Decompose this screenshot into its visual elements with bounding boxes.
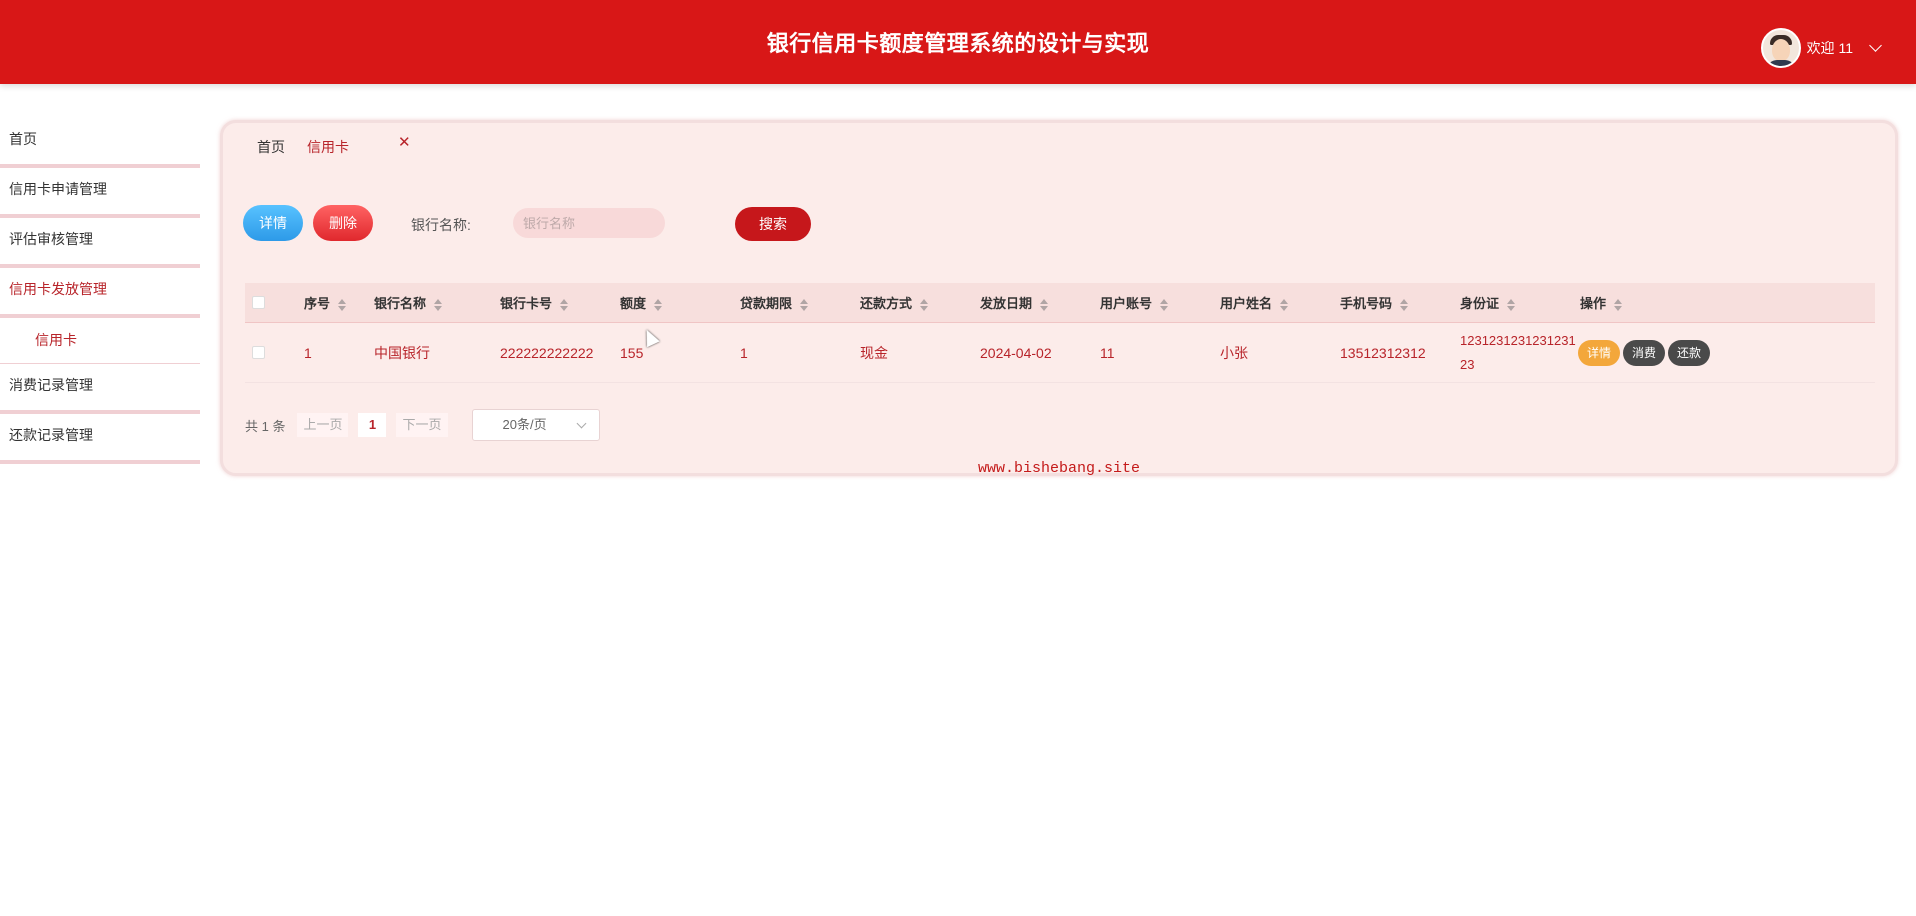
column-label: 操作 bbox=[1580, 296, 1607, 311]
detail-button[interactable]: 详情 bbox=[243, 205, 303, 241]
sort-icon[interactable] bbox=[920, 298, 929, 311]
cell-account: 11 bbox=[1100, 344, 1115, 361]
cell-limit: 155 bbox=[620, 344, 644, 361]
next-page-button[interactable]: 下一页 bbox=[396, 413, 448, 437]
tab-home[interactable]: 首页 bbox=[257, 137, 285, 157]
avatar[interactable] bbox=[1760, 28, 1801, 68]
delete-button[interactable]: 删除 bbox=[313, 205, 373, 241]
column-label: 用户账号 bbox=[1100, 296, 1153, 311]
page-size-value: 20条/页 bbox=[502, 417, 547, 432]
sort-icon[interactable] bbox=[560, 298, 569, 311]
cell-card-no: 222222222222 bbox=[500, 344, 594, 361]
cell-id-card: 123123123123123123 bbox=[1460, 332, 1576, 372]
sort-icon[interactable] bbox=[800, 298, 809, 311]
cell-bank-name: 中国银行 bbox=[374, 344, 430, 361]
column-header-limit[interactable]: 额度 bbox=[620, 293, 740, 312]
close-icon[interactable]: ✕ bbox=[398, 133, 411, 151]
sort-icon[interactable] bbox=[1507, 298, 1516, 311]
sidebar-item-consumption-records[interactable]: 消费记录管理 bbox=[0, 364, 200, 414]
sort-icon[interactable] bbox=[1160, 298, 1169, 311]
cell-phone: 13512312312 bbox=[1340, 344, 1426, 361]
column-label: 额度 bbox=[620, 296, 647, 311]
column-label: 贷款期限 bbox=[740, 296, 793, 311]
column-header-user-name[interactable]: 用户姓名 bbox=[1220, 293, 1340, 312]
column-header-phone[interactable]: 手机号码 bbox=[1340, 293, 1460, 312]
toolbar: 详情 删除 银行名称: 搜索 bbox=[243, 205, 1843, 243]
table-header: 序号 银行名称 银行卡号 额度 贷款期限 还款方式 发放日期 用户账号 用户姓名… bbox=[245, 283, 1875, 323]
prev-page-button[interactable]: 上一页 bbox=[297, 413, 349, 437]
chevron-down-icon bbox=[576, 418, 586, 429]
main-panel: 首页 信用卡 ✕ 详情 删除 银行名称: 搜索 序号 银行名称 银行卡号 额度 … bbox=[220, 120, 1898, 477]
sidebar-item-home[interactable]: 首页 bbox=[0, 118, 200, 168]
column-header-account[interactable]: 用户账号 bbox=[1100, 293, 1220, 312]
column-header-id-card[interactable]: 身份证 bbox=[1460, 293, 1580, 312]
pagination: 共 1 条 上一页 1 下一页 20条/页 bbox=[245, 409, 600, 441]
row-repay-button[interactable]: 还款 bbox=[1668, 339, 1711, 366]
cell-term: 1 bbox=[740, 344, 748, 361]
row-consume-button[interactable]: 消费 bbox=[1623, 339, 1666, 366]
cell-repay-method: 现金 bbox=[860, 344, 888, 361]
sidebar-item-card-issuance[interactable]: 信用卡发放管理 bbox=[0, 268, 200, 318]
sort-icon[interactable] bbox=[1614, 298, 1623, 311]
page-size-select[interactable]: 20条/页 bbox=[471, 409, 600, 441]
search-label: 银行名称: bbox=[411, 217, 471, 233]
cell-issue-date: 2024-04-02 bbox=[980, 344, 1052, 361]
cell-actions: 详情 消费 还款 bbox=[1578, 339, 1718, 366]
column-header-index[interactable]: 序号 bbox=[304, 293, 374, 312]
table-row[interactable]: 1 中国银行 222222222222 155 1 现金 2024-04-02 … bbox=[245, 323, 1875, 383]
column-header-bank-name[interactable]: 银行名称 bbox=[374, 293, 500, 312]
column-label: 手机号码 bbox=[1340, 296, 1393, 311]
column-header-issue-date[interactable]: 发放日期 bbox=[980, 293, 1100, 312]
page-number[interactable]: 1 bbox=[358, 413, 387, 437]
chevron-down-icon[interactable] bbox=[1869, 39, 1882, 52]
sidebar-subitem-credit-card[interactable]: 信用卡 bbox=[0, 318, 200, 364]
cell-index: 1 bbox=[304, 344, 312, 361]
select-all-checkbox[interactable] bbox=[252, 296, 265, 309]
bank-name-search-input[interactable] bbox=[513, 208, 665, 238]
sort-icon[interactable] bbox=[434, 298, 443, 311]
column-label: 银行名称 bbox=[374, 296, 427, 311]
tab-credit-card[interactable]: 信用卡 bbox=[307, 137, 349, 157]
sidebar-item-repayment-records[interactable]: 还款记录管理 bbox=[0, 414, 200, 464]
avatar-shirt bbox=[1766, 60, 1795, 66]
tab-bar: 首页 信用卡 ✕ bbox=[257, 134, 411, 157]
app-title: 银行信用卡额度管理系统的设计与实现 bbox=[766, 31, 1150, 56]
top-header: 银行信用卡额度管理系统的设计与实现 欢迎 11 bbox=[0, 0, 1916, 84]
sidebar-item-card-application[interactable]: 信用卡申请管理 bbox=[0, 168, 200, 218]
sidebar-item-review[interactable]: 评估审核管理 bbox=[0, 218, 200, 268]
column-header-term[interactable]: 贷款期限 bbox=[740, 293, 860, 312]
column-label: 身份证 bbox=[1460, 296, 1500, 311]
column-header-repay-method[interactable]: 还款方式 bbox=[860, 293, 980, 312]
sort-icon[interactable] bbox=[1280, 298, 1289, 311]
sort-icon[interactable] bbox=[338, 298, 347, 311]
column-label: 用户姓名 bbox=[1220, 296, 1273, 311]
column-label: 还款方式 bbox=[860, 296, 913, 311]
user-menu[interactable]: 欢迎 11 bbox=[1760, 28, 1882, 68]
sort-icon[interactable] bbox=[654, 298, 663, 311]
column-label: 银行卡号 bbox=[500, 296, 553, 311]
pagination-total: 共 1 条 bbox=[245, 418, 286, 434]
avatar-face bbox=[1771, 39, 1790, 61]
row-detail-button[interactable]: 详情 bbox=[1578, 339, 1621, 366]
data-table: 序号 银行名称 银行卡号 额度 贷款期限 还款方式 发放日期 用户账号 用户姓名… bbox=[245, 283, 1875, 383]
column-header-card-no[interactable]: 银行卡号 bbox=[500, 293, 620, 312]
column-header-actions[interactable]: 操作 bbox=[1580, 293, 1720, 312]
column-label: 序号 bbox=[304, 296, 331, 311]
cell-user-name: 小张 bbox=[1220, 344, 1248, 361]
column-label: 发放日期 bbox=[980, 296, 1033, 311]
search-button[interactable]: 搜索 bbox=[735, 207, 811, 241]
select-all-cell bbox=[245, 296, 304, 309]
sidebar: 首页 信用卡申请管理 评估审核管理 信用卡发放管理 信用卡 消费记录管理 还款记… bbox=[0, 118, 200, 464]
watermark: www.bishebang.site bbox=[977, 460, 1141, 477]
sort-icon[interactable] bbox=[1400, 298, 1409, 311]
welcome-text[interactable]: 欢迎 11 bbox=[1807, 38, 1853, 58]
row-checkbox[interactable] bbox=[252, 346, 265, 359]
row-select-cell bbox=[245, 346, 304, 359]
sort-icon[interactable] bbox=[1040, 298, 1049, 311]
